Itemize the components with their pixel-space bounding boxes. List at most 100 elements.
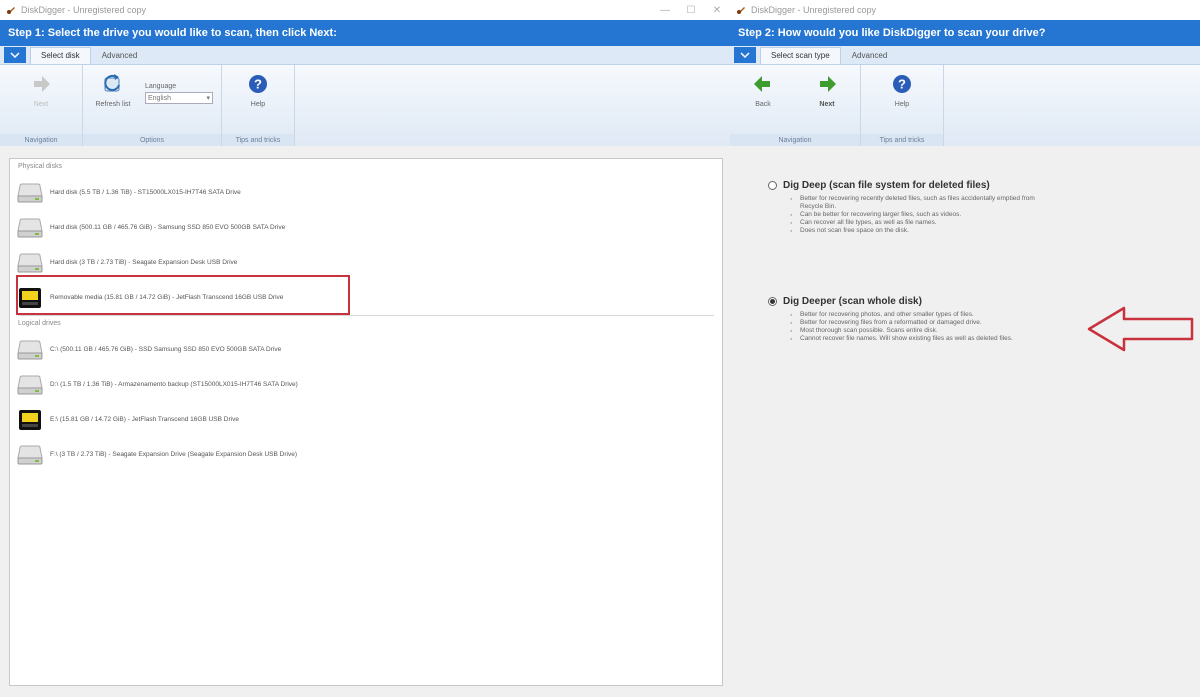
help-button[interactable]: ? Help [880,73,924,108]
maximize-icon[interactable]: ☐ [678,5,704,16]
hard-disk-icon [17,375,43,394]
drive-label: Hard disk (5.5 TB / 1.36 TiB) - ST15000L… [50,189,241,196]
ribbon-tabs: Select scan type Advanced [730,46,1200,64]
ribbon-spacer [295,65,730,147]
drive-item[interactable]: D:\ (1.5 TB / 1.36 TiB) - Armazenamento … [10,367,722,402]
drive-item[interactable]: Hard disk (500.11 GB / 465.76 GiB) - Sam… [10,210,722,245]
back-button[interactable]: Back [741,73,785,108]
section-logical-drives: Logical drives [18,320,61,327]
drive-item[interactable]: F:\ (3 TB / 2.73 TiB) - Seagate Expansio… [10,437,722,472]
hard-disk-icon [17,253,43,272]
bullet: Can recover all file types, as well as f… [790,219,1040,227]
tab-select-scan-type[interactable]: Select scan type [760,47,841,64]
option-bullets: Better for recovering photos, and other … [790,311,1013,343]
refresh-label: Refresh list [95,101,131,108]
help-icon: ? [893,75,911,93]
next-label: Next [819,101,835,108]
refresh-list-button[interactable]: Refresh list [91,73,135,108]
title-bar: DiskDigger - Unregistered copy [730,0,1200,20]
hard-disk-icon [17,218,43,237]
drive-label: D:\ (1.5 TB / 1.36 TiB) - Armazenamento … [50,381,298,388]
bullet: Does not scan free space on the disk. [790,227,1040,235]
minimize-icon[interactable]: — [652,5,678,16]
drive-label: E:\ (15.81 GB / 14.72 GiB) - JetFlash Tr… [50,416,239,423]
language-label: Language [145,83,177,90]
drive-item[interactable]: C:\ (500.11 GB / 465.76 GiB) - SSD Samsu… [10,332,722,367]
back-label: Back [755,101,771,108]
window-title: DiskDigger - Unregistered copy [751,5,877,15]
diskdigger-app-icon [737,7,745,14]
option-title: Dig Deeper (scan whole disk) [783,296,922,307]
bullet: Better for recovering files from a refor… [790,319,1013,327]
step1-window: DiskDigger - Unregistered copy — ☐ ✕ Ste… [0,0,730,697]
hard-disk-icon [17,340,43,359]
group-options: Refresh list Language English ▾ Options [83,65,222,147]
option-title: Dig Deep (scan file system for deleted f… [783,180,990,191]
bullet: Better for recovering recently deleted f… [790,195,1040,211]
option-dig-deep[interactable]: Dig Deep (scan file system for deleted f… [768,180,1040,235]
hard-disk-icon [17,445,43,464]
ribbon-spacer [944,65,1200,147]
drive-list: Physical disks Hard disk (5.5 TB / 1.36 … [9,158,723,686]
svg-text:?: ? [254,77,262,92]
drive-label: Hard disk (500.11 GB / 465.76 GiB) - Sam… [50,224,286,231]
chevron-down-icon: ▾ [206,95,210,102]
next-label: Next [33,101,49,108]
group-navigation: Back Next Navigation [730,65,861,147]
option-dig-deeper[interactable]: Dig Deeper (scan whole disk) Better for … [768,296,1013,343]
menu-icon [740,52,750,58]
drive-label: C:\ (500.11 GB / 465.76 GiB) - SSD Samsu… [50,346,282,353]
drive-list-area: Physical disks Hard disk (5.5 TB / 1.36 … [0,146,730,697]
arrow-right-icon [820,76,836,92]
language-select[interactable]: English ▾ [145,92,213,104]
help-icon: ? [249,75,267,93]
window-title: DiskDigger - Unregistered copy [21,5,147,15]
tab-select-disk[interactable]: Select disk [30,47,91,64]
drive-item[interactable]: E:\ (15.81 GB / 14.72 GiB) - JetFlash Tr… [10,402,722,437]
arrow-right-icon [34,76,50,92]
refresh-icon [104,74,120,92]
diskdigger-app-icon [7,7,15,14]
next-button[interactable]: Next [805,73,849,108]
section-physical-disks: Physical disks [18,163,62,170]
step-header: Step 2: How would you like DiskDigger to… [730,20,1200,46]
usb-drive-icon [19,409,41,430]
arrow-left-icon [754,76,770,92]
tab-advanced[interactable]: Advanced [841,47,899,64]
selected-drive-highlight [16,275,350,315]
step2-window: DiskDigger - Unregistered copy Step 2: H… [730,0,1200,697]
drive-label: Hard disk (3 TB / 2.73 TiB) - Seagate Ex… [50,259,238,266]
scan-type-area: Dig Deep (scan file system for deleted f… [730,146,1200,697]
radio-dig-deeper[interactable] [768,297,777,306]
group-navigation: Next Navigation [0,65,83,147]
ribbon: Back Next Navigation ? Help Tips and tri… [730,64,1200,148]
svg-text:?: ? [898,77,906,92]
group-tips: ? Help Tips and tricks [222,65,295,147]
title-bar: DiskDigger - Unregistered copy — ☐ ✕ [0,0,730,20]
help-button[interactable]: ? Help [236,73,280,108]
bullet: Can be better for recovering larger file… [790,211,1040,219]
next-button[interactable]: Next [19,73,63,108]
language-control: Language English ▾ [145,83,213,104]
file-menu-button[interactable] [734,47,756,63]
file-menu-button[interactable] [4,47,26,63]
help-label: Help [250,101,266,108]
bullet: Cannot recover file names. Will show exi… [790,335,1013,343]
help-label: Help [894,101,910,108]
ribbon-tabs: Select disk Advanced [0,46,730,64]
annotation-arrow-icon [1087,306,1194,352]
radio-dig-deep[interactable] [768,181,777,190]
drive-item[interactable]: Hard disk (5.5 TB / 1.36 TiB) - ST15000L… [10,175,722,210]
step-header: Step 1: Select the drive you would like … [0,20,730,46]
bullet: Better for recovering photos, and other … [790,311,1013,319]
language-value: English [148,94,171,102]
option-bullets: Better for recovering recently deleted f… [790,195,1040,235]
close-icon[interactable]: ✕ [704,5,730,16]
ribbon: Next Navigation Refresh list Language En… [0,64,730,148]
drive-label: F:\ (3 TB / 2.73 TiB) - Seagate Expansio… [50,451,297,458]
bullet: Most thorough scan possible. Scans entir… [790,327,1013,335]
tab-advanced[interactable]: Advanced [91,47,149,64]
group-tips: ? Help Tips and tricks [861,65,944,147]
hard-disk-icon [17,183,43,202]
menu-icon [10,52,20,58]
